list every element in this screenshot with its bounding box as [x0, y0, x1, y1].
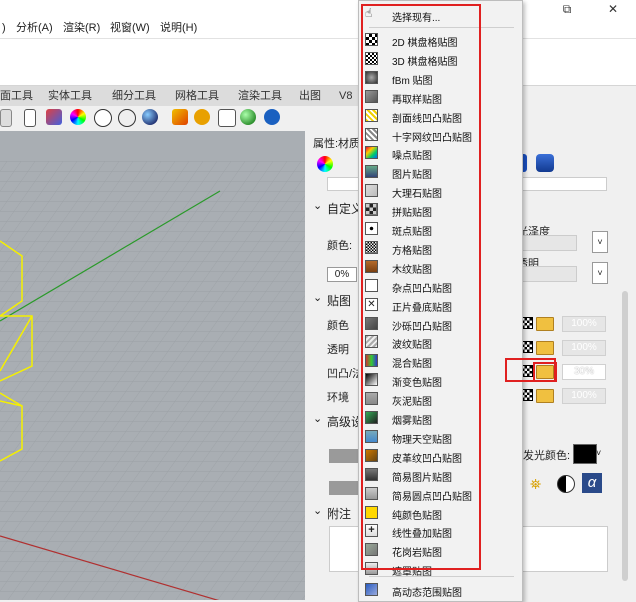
menu-item[interactable]: ) [2, 20, 6, 36]
map-color-amount[interactable]: 100% [562, 316, 606, 332]
map-environment-folder-icon[interactable] [536, 389, 554, 403]
transparency-dropdown[interactable]: ˅ [592, 262, 608, 284]
tab-layout[interactable]: 出图 [299, 89, 321, 103]
menu-viewport[interactable]: 视窗(W) [110, 20, 150, 36]
section-custom-chevron-icon[interactable]: ⌄ [313, 199, 322, 212]
icon-toolbar [0, 106, 636, 130]
highlight-box-folder [533, 362, 557, 382]
lamp-icon[interactable]: ⛯ [530, 475, 548, 493]
section-advanced-chevron-icon[interactable]: ⌄ [313, 412, 322, 425]
color-label: 颜色: [327, 240, 353, 252]
menu-item-label: 高动态范围贴图 [392, 588, 462, 600]
tab-solid-tools[interactable]: 实体工具 [48, 89, 92, 103]
menu-item[interactable]: 高动态范围贴图 [359, 581, 522, 600]
advanced-slider-a[interactable] [329, 449, 359, 463]
section-maps[interactable]: 贴图 [327, 292, 351, 309]
pencil-icon[interactable] [172, 109, 188, 125]
help-icon[interactable] [264, 109, 280, 125]
menu-help[interactable]: 说明(H) [160, 20, 197, 36]
roughness-dropdown[interactable]: ˅ [592, 231, 608, 253]
map-color-label: 颜色 [327, 320, 349, 332]
roughness-field[interactable] [517, 235, 577, 251]
transparency-field[interactable] [517, 266, 577, 282]
advanced-slider-b[interactable] [329, 481, 359, 495]
map-environment-label: 环境 [327, 392, 349, 404]
panel-header: 属性:材质 [313, 138, 361, 150]
highlight-box-menu [361, 4, 481, 570]
contrast-icon[interactable] [557, 475, 575, 493]
map-bump-amount[interactable]: 30% [562, 364, 606, 380]
emission-color-swatch[interactable] [573, 444, 597, 464]
panel-scrollbar[interactable] [622, 291, 628, 581]
restore-icon: ⧉ [562, 2, 572, 16]
tab-v8[interactable]: V8 [339, 89, 352, 103]
map-transparency-label: 透明 [327, 344, 349, 356]
menu-bar: ) 分析(A) 渲染(R) 视窗(W) 说明(H) [0, 18, 636, 39]
toolbar-tabs: 面工具 实体工具 细分工具 网格工具 渲染工具 出图 V8 [0, 86, 360, 106]
emission-color-label: 发光颜色: [523, 450, 571, 462]
title-bar: ⧉ ✕ [0, 0, 636, 18]
database-icon[interactable] [536, 154, 554, 172]
section-notes-chevron-icon[interactable]: ⌄ [313, 504, 322, 517]
menu-divider [369, 576, 514, 578]
sphere-grid-icon[interactable] [118, 109, 136, 127]
close-icon: ✕ [607, 2, 619, 16]
tree-icon[interactable] [218, 109, 236, 127]
emission-color-dropdown[interactable]: ˅ [596, 444, 606, 462]
sphere-render-icon[interactable] [142, 109, 158, 125]
tab-surface-tools[interactable]: 面工具 [0, 89, 33, 103]
gear-icon[interactable] [194, 109, 210, 125]
menu-analysis[interactable]: 分析(A) [16, 20, 53, 36]
tab-subd-tools[interactable]: 细分工具 [112, 89, 156, 103]
perspective-viewport[interactable] [0, 131, 305, 600]
percent-field[interactable]: 0% [327, 267, 357, 282]
menu-render[interactable]: 渲染(R) [63, 20, 100, 36]
restore-button[interactable]: ⧉ [544, 0, 590, 18]
close-button[interactable]: ✕ [590, 0, 636, 18]
material-icon[interactable] [46, 109, 62, 125]
light-icon[interactable] [0, 109, 12, 127]
hdr-icon [365, 583, 378, 597]
section-notes[interactable]: 附注 [327, 505, 351, 522]
viewport-canvas[interactable] [0, 131, 305, 600]
tab-render-tools[interactable]: 渲染工具 [238, 89, 282, 103]
section-maps-chevron-icon[interactable]: ⌄ [313, 291, 322, 304]
tab-mesh-tools[interactable]: 网格工具 [175, 89, 219, 103]
map-environment-amount[interactable]: 100% [562, 388, 606, 404]
color-wheel-icon[interactable] [70, 109, 86, 125]
alpha-icon[interactable]: α [582, 473, 602, 493]
material-color-icon[interactable] [317, 156, 333, 172]
command-area[interactable] [0, 39, 636, 86]
lock-icon[interactable] [24, 109, 36, 127]
map-color-folder-icon[interactable] [536, 317, 554, 331]
map-transparency-folder-icon[interactable] [536, 341, 554, 355]
map-transparency-amount[interactable]: 100% [562, 340, 606, 356]
environment-icon[interactable] [240, 109, 256, 125]
sphere-wire-icon[interactable] [94, 109, 112, 127]
